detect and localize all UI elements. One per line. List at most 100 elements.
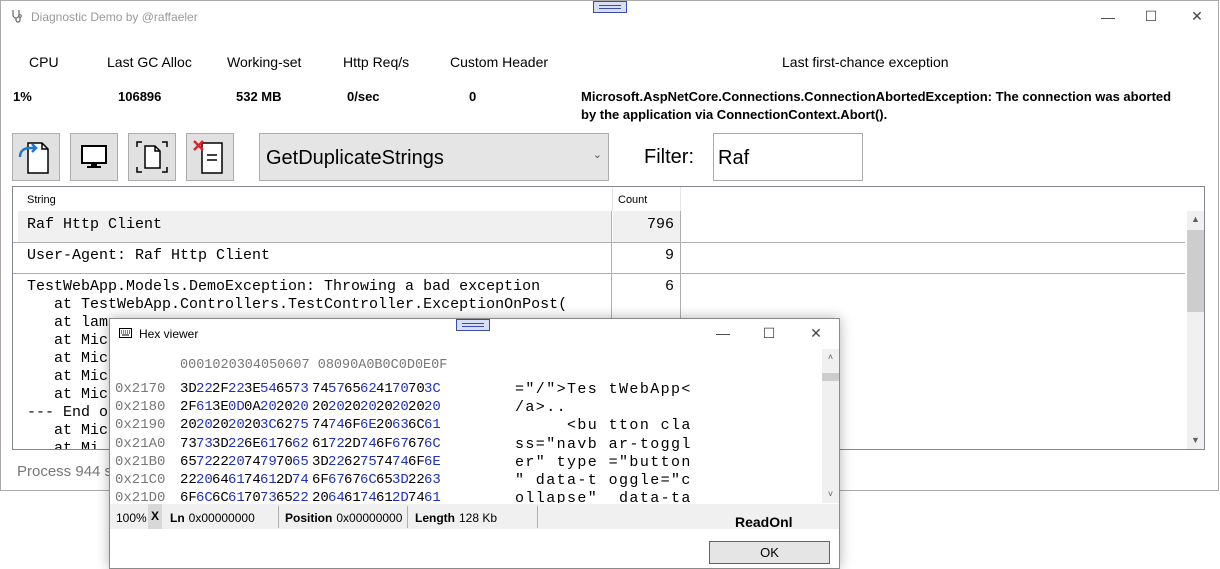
hex-byte[interactable]: 70 bbox=[244, 490, 261, 503]
hex-byte[interactable]: 20 bbox=[312, 399, 329, 415]
grid-scrollbar[interactable]: ▲ ▼ bbox=[1187, 211, 1204, 449]
hex-byte[interactable]: 75 bbox=[360, 454, 377, 470]
hex-byte[interactable]: 6C bbox=[424, 436, 441, 452]
hex-byte[interactable]: 22 bbox=[292, 490, 309, 503]
hex-byte[interactable]: 63 bbox=[392, 417, 409, 433]
hex-byte[interactable]: 22 bbox=[212, 454, 229, 470]
hex-byte[interactable]: 65 bbox=[276, 490, 293, 503]
hex-byte[interactable]: 74 bbox=[312, 381, 329, 397]
hex-byte[interactable]: 70 bbox=[392, 381, 409, 397]
hex-byte[interactable]: 6C bbox=[408, 417, 425, 433]
hex-byte[interactable]: 41 bbox=[376, 381, 393, 397]
snapshot-button[interactable] bbox=[128, 133, 176, 181]
scroll-up-icon[interactable]: ˄ bbox=[822, 349, 839, 366]
hex-byte[interactable]: 6E bbox=[360, 417, 377, 433]
hex-byte[interactable]: 61 bbox=[228, 490, 245, 503]
hex-byte[interactable]: 6F bbox=[376, 436, 393, 452]
hex-byte[interactable]: 61 bbox=[376, 490, 393, 503]
hex-byte[interactable]: 67 bbox=[344, 472, 361, 488]
hex-byte[interactable]: 6C bbox=[360, 472, 377, 488]
hex-byte[interactable]: 3D bbox=[312, 454, 329, 470]
close-button[interactable]: ✕ bbox=[1174, 1, 1220, 32]
hex-byte[interactable]: 20 bbox=[276, 399, 293, 415]
hex-byte[interactable]: 20 bbox=[212, 417, 229, 433]
hex-byte[interactable]: 70 bbox=[408, 381, 425, 397]
hex-byte[interactable]: 65 bbox=[180, 454, 197, 470]
hex-byte[interactable]: 65 bbox=[276, 381, 293, 397]
hex-byte[interactable]: 20 bbox=[244, 417, 261, 433]
hex-row[interactable]: 0x2170 3D222F223E546573 745765624170703C ="… bbox=[115, 381, 820, 399]
hex-byte[interactable]: 20 bbox=[424, 399, 441, 415]
hex-byte[interactable]: 3D bbox=[392, 472, 409, 488]
hex-byte[interactable]: 22 bbox=[228, 436, 245, 452]
hex-byte[interactable]: 6F bbox=[344, 417, 361, 433]
scroll-down-icon[interactable]: ˅ bbox=[822, 486, 839, 503]
column-header-count[interactable]: Count bbox=[613, 187, 681, 211]
hex-byte[interactable]: 22 bbox=[180, 472, 197, 488]
hex-ascii[interactable]: <bu tton cla bbox=[515, 417, 692, 434]
filter-input[interactable]: Raf bbox=[713, 133, 863, 181]
hex-byte[interactable]: 20 bbox=[376, 417, 393, 433]
scroll-down-icon[interactable]: ▼ bbox=[1187, 432, 1204, 449]
ok-button[interactable]: OK bbox=[709, 541, 830, 564]
hex-byte[interactable]: 20 bbox=[312, 490, 329, 503]
hex-byte[interactable]: 3D bbox=[180, 381, 197, 397]
hex-row[interactable]: 0x21D0 6F6C6C6170736522 20646174612D7461 ol… bbox=[115, 490, 820, 503]
hex-byte[interactable]: 20 bbox=[228, 417, 245, 433]
scroll-up-icon[interactable]: ▲ bbox=[1187, 211, 1204, 228]
hex-byte[interactable]: 61 bbox=[344, 490, 361, 503]
hex-byte[interactable]: 22 bbox=[228, 381, 245, 397]
hex-byte[interactable]: 3E bbox=[212, 399, 229, 415]
hex-byte[interactable]: 65 bbox=[344, 381, 361, 397]
hex-byte[interactable]: 62 bbox=[360, 381, 377, 397]
hex-byte[interactable]: 62 bbox=[292, 436, 309, 452]
hex-byte[interactable]: 73 bbox=[260, 490, 277, 503]
hex-byte[interactable]: 6F bbox=[312, 472, 329, 488]
hex-byte[interactable]: 20 bbox=[328, 399, 345, 415]
hex-byte[interactable]: 20 bbox=[360, 399, 377, 415]
hex-byte[interactable]: 22 bbox=[328, 454, 345, 470]
hex-row[interactable]: 0x21C0 2220646174612D74 6F67676C653D2263 " … bbox=[115, 472, 820, 490]
hex-byte[interactable]: 61 bbox=[260, 436, 277, 452]
hex-byte[interactable]: 20 bbox=[376, 399, 393, 415]
hex-byte[interactable]: 6F bbox=[180, 490, 197, 503]
hex-byte[interactable]: 72 bbox=[196, 454, 213, 470]
monitor-button[interactable] bbox=[70, 133, 118, 181]
hex-byte[interactable]: 70 bbox=[276, 454, 293, 470]
reset-zoom-button[interactable]: X bbox=[148, 504, 162, 529]
hex-byte[interactable]: 20 bbox=[260, 399, 277, 415]
minimize-button[interactable]: — bbox=[1085, 1, 1131, 32]
hex-byte[interactable]: 6F bbox=[408, 454, 425, 470]
hex-ascii[interactable]: er" type ="button bbox=[515, 454, 692, 471]
hex-byte[interactable]: 6E bbox=[424, 454, 441, 470]
analysis-select[interactable]: GetDuplicateStrings ⌄ bbox=[259, 133, 609, 181]
hex-byte[interactable]: 67 bbox=[328, 472, 345, 488]
hex-byte[interactable]: 61 bbox=[312, 436, 329, 452]
clear-button[interactable] bbox=[186, 133, 234, 181]
hex-byte[interactable]: 20 bbox=[392, 399, 409, 415]
hex-byte[interactable]: 74 bbox=[244, 454, 261, 470]
hex-byte[interactable]: 20 bbox=[344, 399, 361, 415]
hex-byte[interactable]: 76 bbox=[276, 436, 293, 452]
hex-byte[interactable]: 20 bbox=[196, 417, 213, 433]
hex-byte[interactable]: 22 bbox=[408, 472, 425, 488]
hex-close-button[interactable]: ✕ bbox=[793, 319, 839, 347]
hex-byte[interactable]: 20 bbox=[228, 454, 245, 470]
hex-byte[interactable]: 74 bbox=[244, 472, 261, 488]
hex-byte[interactable]: 20 bbox=[196, 472, 213, 488]
hex-byte[interactable]: 6E bbox=[244, 436, 261, 452]
hex-byte[interactable]: 2D bbox=[392, 490, 409, 503]
hex-byte[interactable]: 61 bbox=[260, 472, 277, 488]
export-button[interactable] bbox=[12, 133, 60, 181]
hex-scrollbar[interactable]: ˄ ˅ bbox=[822, 349, 839, 503]
scrollbar-thumb[interactable] bbox=[822, 373, 839, 381]
hex-byte[interactable]: 57 bbox=[328, 381, 345, 397]
hex-byte[interactable]: 54 bbox=[260, 381, 277, 397]
hex-byte[interactable]: 73 bbox=[180, 436, 197, 452]
hex-maximize-button[interactable]: ☐ bbox=[746, 319, 792, 347]
hex-ascii[interactable]: " data-t oggle="c bbox=[515, 472, 692, 489]
hex-byte[interactable]: 74 bbox=[392, 454, 409, 470]
hex-content[interactable]: 0001020304050607 08090A0B0C0D0E0F 0x2170… bbox=[110, 349, 822, 503]
hex-byte[interactable]: 79 bbox=[260, 454, 277, 470]
hex-byte[interactable]: 61 bbox=[424, 417, 441, 433]
